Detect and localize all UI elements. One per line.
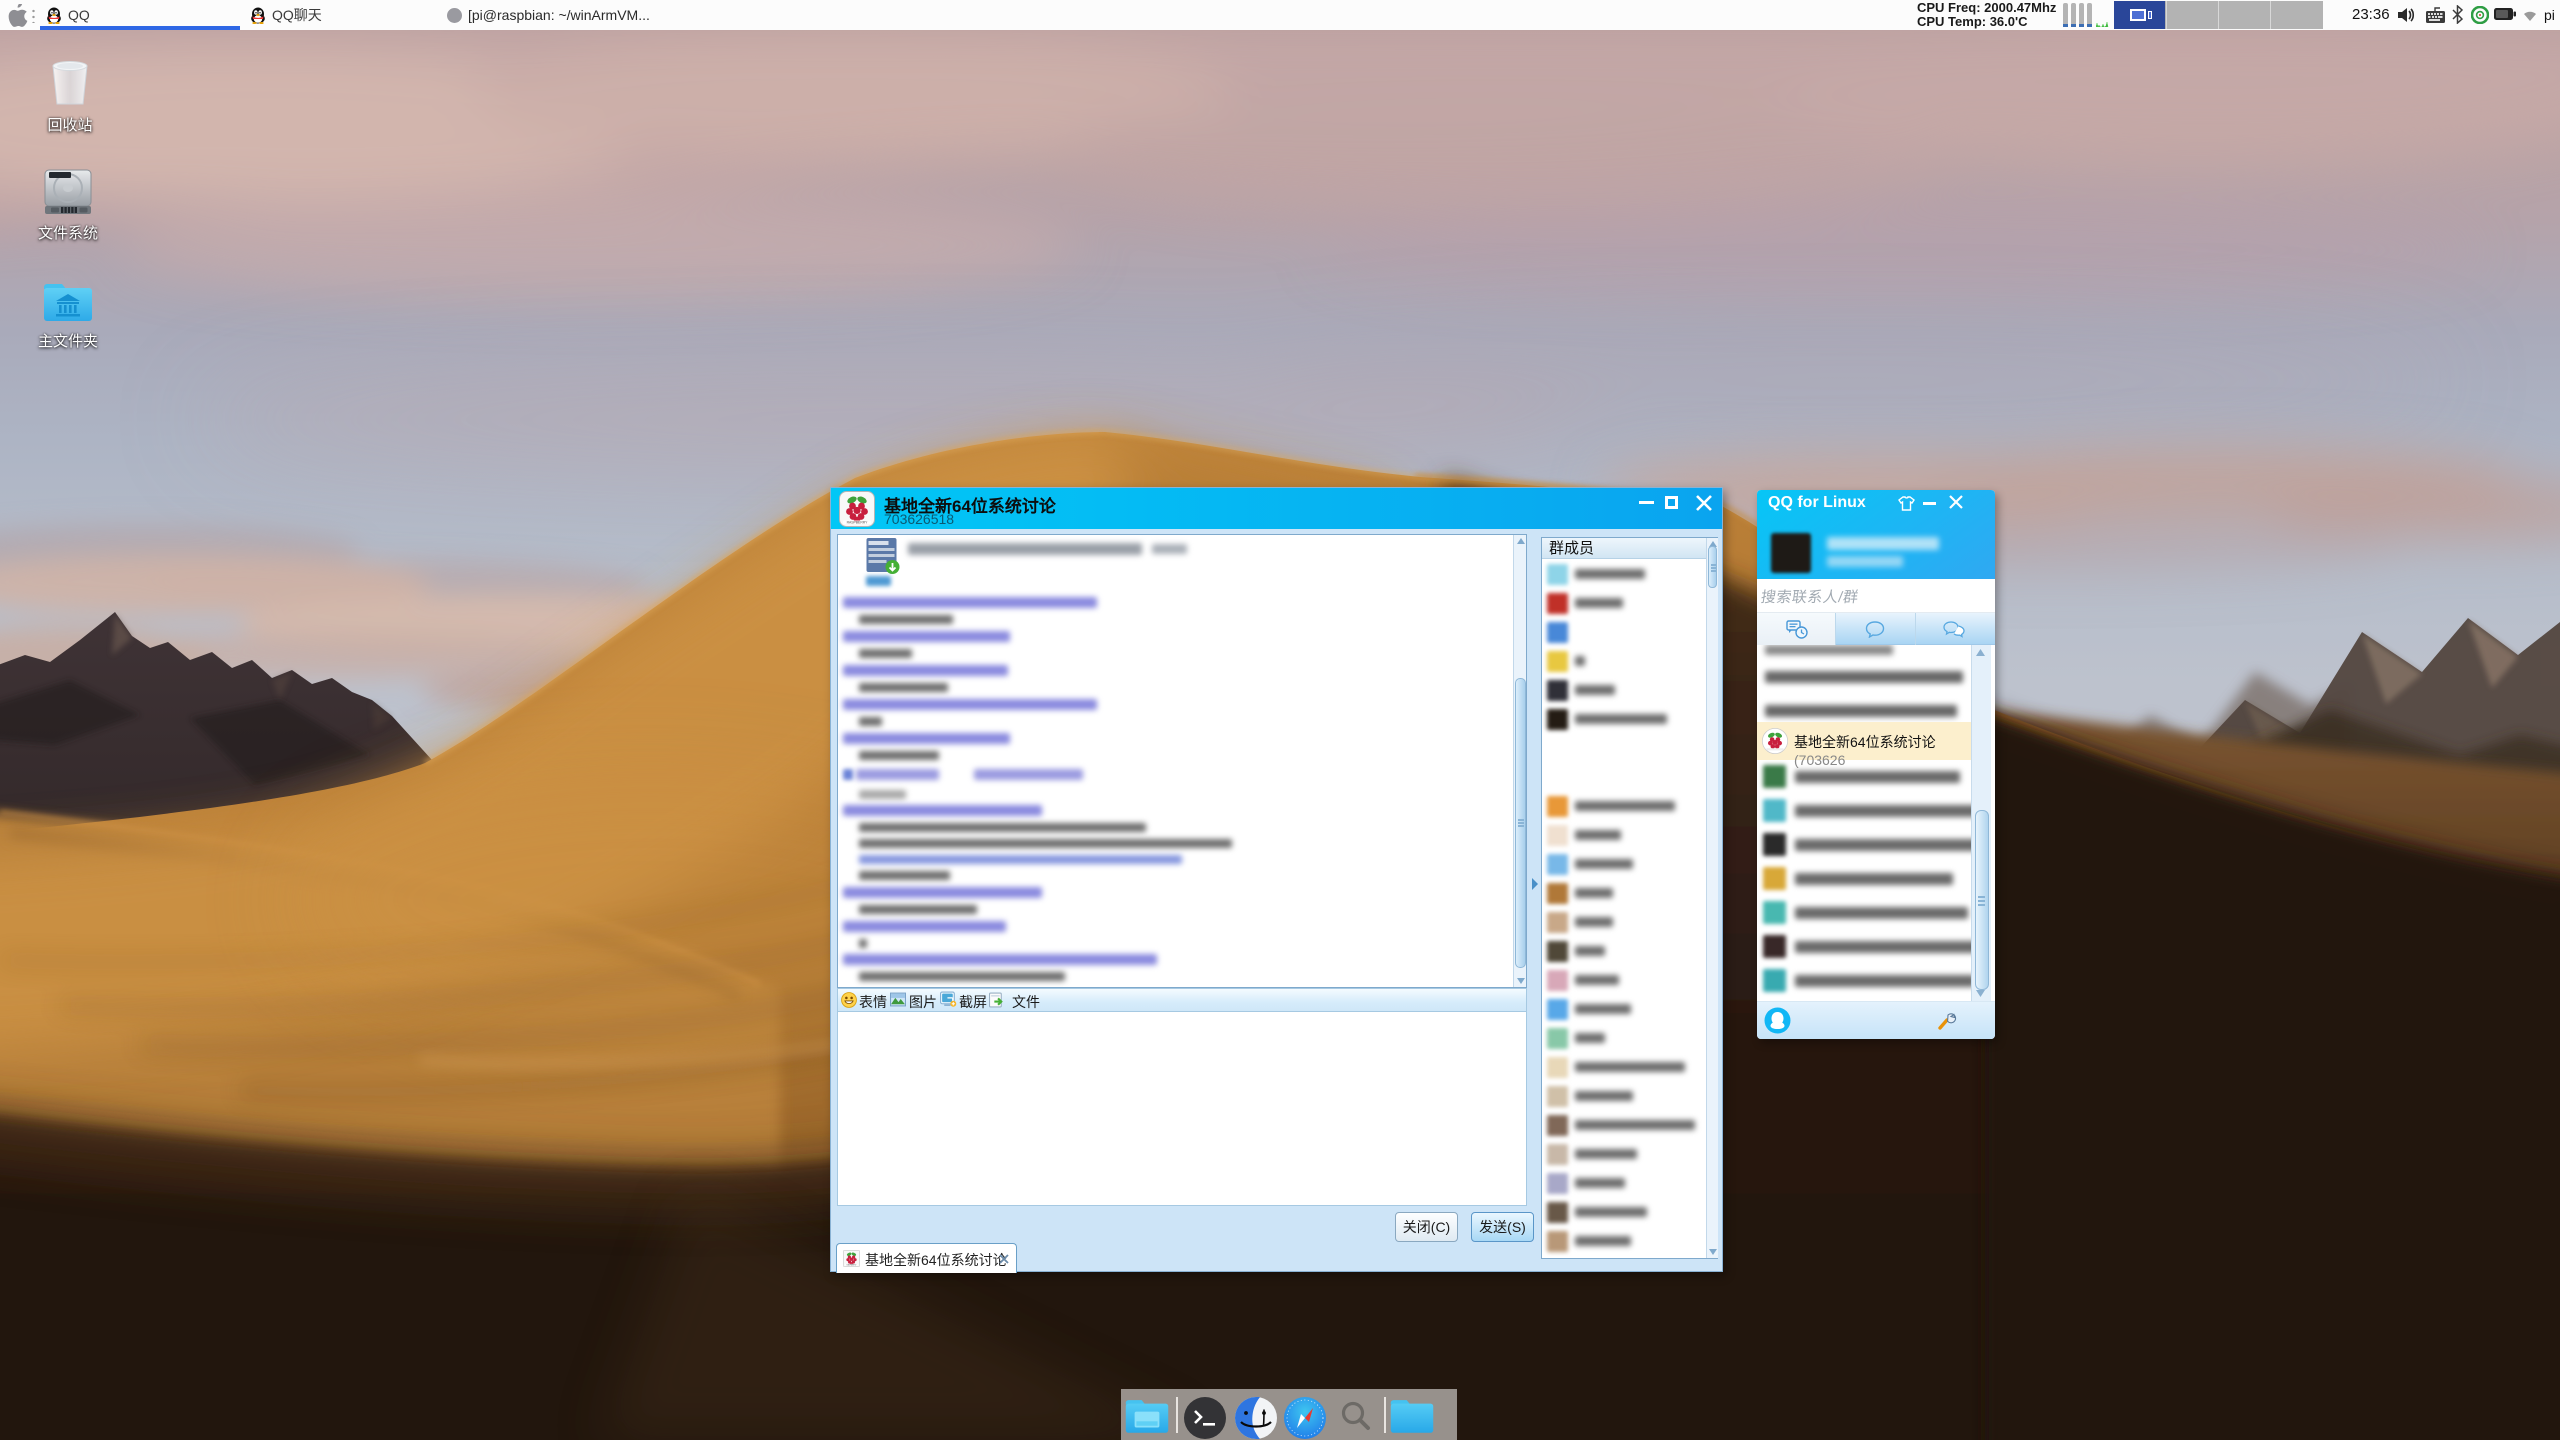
svg-text:RASPBERRY: RASPBERRY — [847, 521, 869, 525]
